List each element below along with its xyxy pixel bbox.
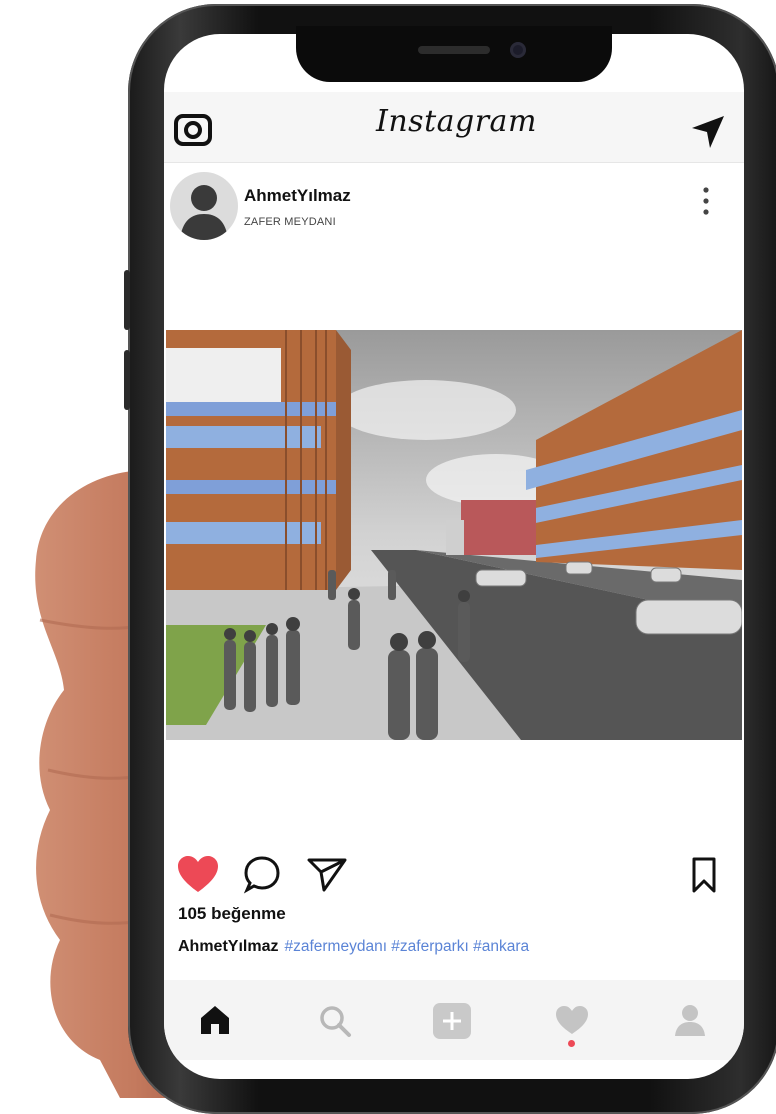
post-location[interactable]: ZAFER MEYDANI [244,216,336,228]
post-username[interactable]: AhmetYılmaz [244,186,351,206]
search-icon[interactable] [318,1004,352,1038]
phone-side-button [124,270,130,330]
post-caption: AhmetYılmaz #zafermeydanı #zaferparkı #an… [178,938,529,956]
phone-side-button [124,350,130,410]
like-count[interactable]: 105 beğenme [178,904,286,924]
phone-notch [296,26,612,82]
heart-icon[interactable] [176,854,220,894]
comment-icon[interactable] [242,854,282,894]
bookmark-icon[interactable] [690,856,718,894]
instagram-logo: Instagram [376,104,537,139]
post-actions [164,854,744,904]
caption-hashtags[interactable]: #zafermeydanı #zaferparkı #ankara [284,938,529,955]
phone-screen: Instagram AhmetYılmaz ZAFER MEYDANI 105 … [164,34,744,1079]
direct-message-icon[interactable] [690,114,726,150]
post-header: AhmetYılmaz ZAFER MEYDANI [164,166,744,246]
avatar[interactable] [170,172,238,240]
user-silhouette-icon [180,185,228,240]
post-image[interactable] [166,330,742,740]
notification-dot [568,1040,575,1047]
bottom-navigation [164,980,744,1060]
more-vertical-icon[interactable] [700,186,712,216]
camera-icon[interactable] [174,112,212,146]
share-icon[interactable] [306,854,348,894]
home-icon[interactable] [198,1004,232,1036]
profile-icon[interactable] [672,1002,708,1038]
add-icon[interactable] [432,1002,472,1040]
caption-username[interactable]: AhmetYılmaz [178,938,278,955]
speaker-grille [418,46,490,54]
front-camera [510,42,526,58]
activity-heart-icon[interactable] [554,1004,590,1036]
instagram-header: Instagram [164,92,744,163]
